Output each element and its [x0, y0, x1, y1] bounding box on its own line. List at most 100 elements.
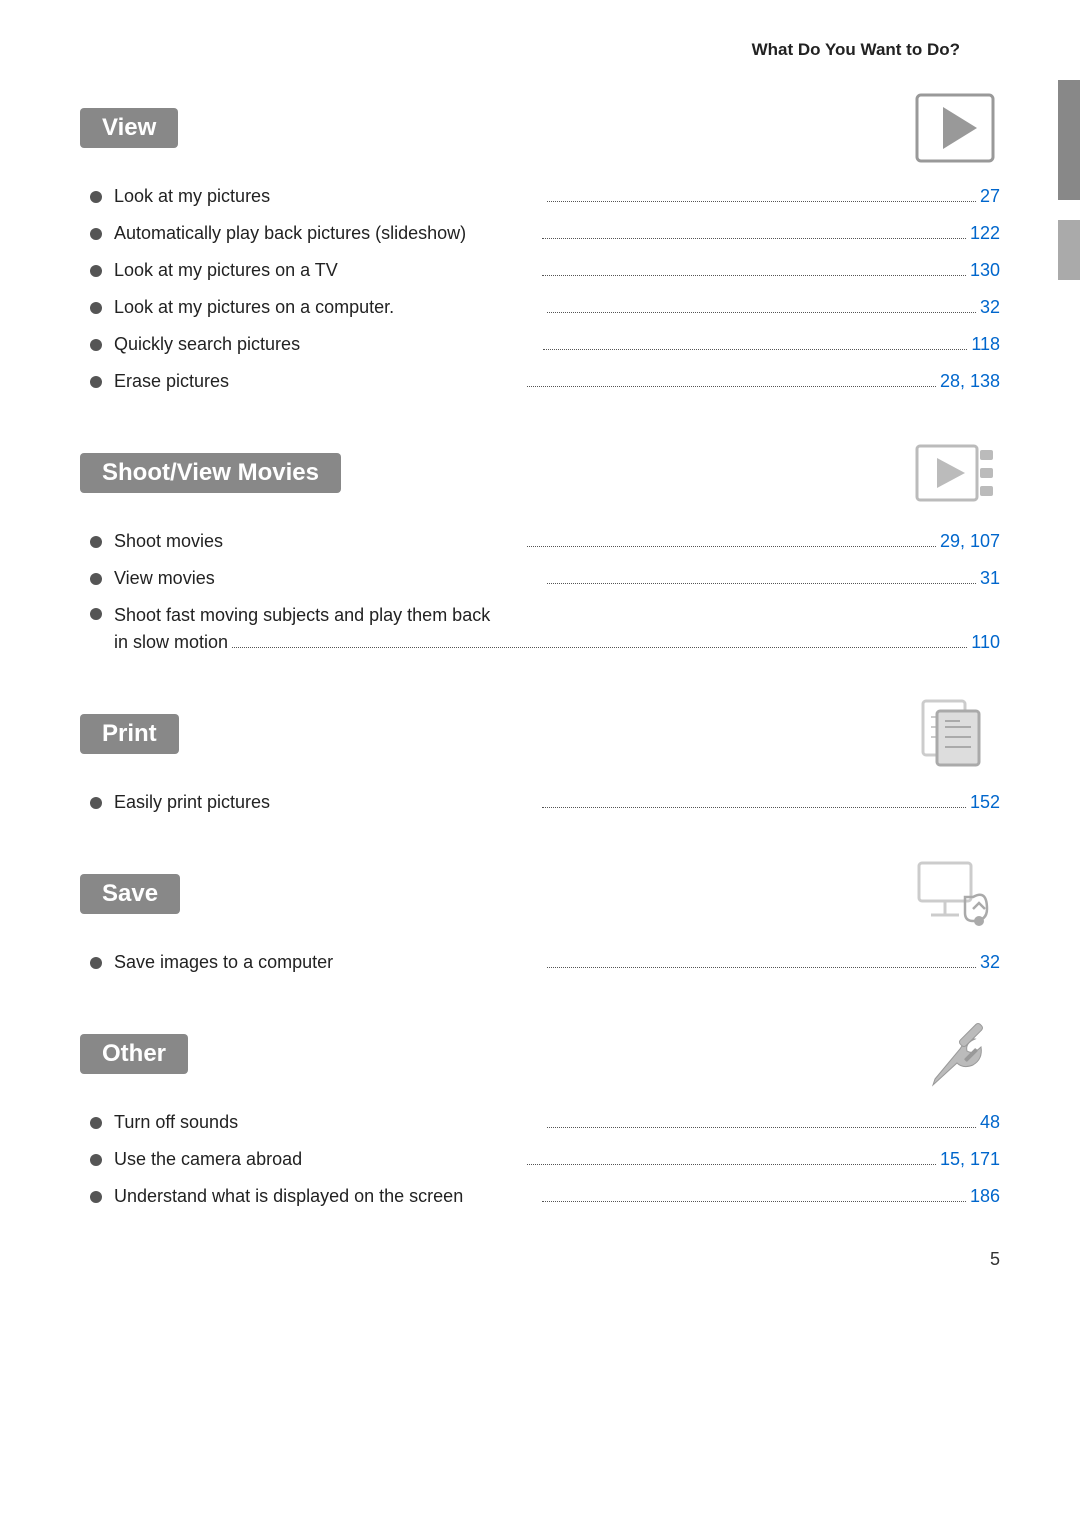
toc-dots — [547, 1127, 976, 1128]
toc-item: Automatically play back pictures (slides… — [90, 220, 1000, 247]
bullet-icon — [90, 265, 102, 277]
section-other-title: Other — [80, 1034, 188, 1074]
toc-multiline-content: Shoot fast moving subjects and play them… — [114, 602, 1000, 656]
toc-label: Easily print pictures — [114, 789, 538, 816]
section-print: Print — [80, 696, 1000, 816]
toc-page: 118 — [971, 331, 1000, 358]
toc-page: 186 — [970, 1183, 1000, 1210]
toc-item: Erase pictures 28, 138 — [90, 368, 1000, 395]
toc-item: View movies 31 — [90, 565, 1000, 592]
toc-dots — [527, 1164, 936, 1165]
toc-label-line2: in slow motion — [114, 629, 228, 656]
bullet-icon — [90, 608, 102, 620]
toc-page: 110 — [971, 629, 1000, 656]
bullet-icon — [90, 1191, 102, 1203]
toc-item: Save images to a computer 32 — [90, 949, 1000, 976]
toc-label: Look at my pictures on a TV — [114, 257, 538, 284]
toc-dots — [547, 312, 976, 313]
section-save: Save Save images to a computer — [80, 856, 1000, 976]
toc-label-line1: Shoot fast moving subjects and play them… — [114, 602, 1000, 629]
save-icon — [910, 856, 1000, 931]
toc-page: 152 — [970, 789, 1000, 816]
section-view: View Look at my pictures 27 Automaticall… — [80, 90, 1000, 395]
toc-label: Look at my pictures on a computer. — [114, 294, 543, 321]
section-view-header: View — [80, 90, 1000, 165]
toc-page: 32 — [980, 949, 1000, 976]
toc-page: 28, 138 — [940, 368, 1000, 395]
bullet-icon — [90, 302, 102, 314]
section-save-header: Save — [80, 856, 1000, 931]
toc-item: Look at my pictures 27 — [90, 183, 1000, 210]
tools-icon — [910, 1016, 1000, 1091]
page-footer: 5 — [990, 1249, 1000, 1270]
toc-label: Shoot movies — [114, 528, 523, 555]
toc-dots — [527, 386, 936, 387]
section-movies: Shoot/View Movies Shoot movies 29, 107 — [80, 435, 1000, 656]
section-save-title: Save — [80, 874, 180, 914]
toc-item: Look at my pictures on a TV 130 — [90, 257, 1000, 284]
toc-dots — [547, 583, 976, 584]
toc-label: Erase pictures — [114, 368, 523, 395]
toc-item: Quickly search pictures 118 — [90, 331, 1000, 358]
toc-item: Look at my pictures on a computer. 32 — [90, 294, 1000, 321]
save-toc-list: Save images to a computer 32 — [80, 949, 1000, 976]
bullet-icon — [90, 376, 102, 388]
toc-dots — [542, 275, 966, 276]
toc-page: 48 — [980, 1109, 1000, 1136]
bullet-icon — [90, 339, 102, 351]
toc-label: Automatically play back pictures (slides… — [114, 220, 538, 247]
bullet-icon — [90, 1117, 102, 1129]
toc-dots — [542, 807, 966, 808]
toc-dots — [547, 201, 976, 202]
toc-label: Look at my pictures — [114, 183, 543, 210]
toc-item: Easily print pictures 152 — [90, 789, 1000, 816]
header-title: What Do You Want to Do? — [752, 40, 960, 59]
section-print-title: Print — [80, 714, 179, 754]
toc-page: 32 — [980, 294, 1000, 321]
toc-item-multiline: Shoot fast moving subjects and play them… — [90, 602, 1000, 656]
section-view-title: View — [80, 108, 178, 148]
section-other: Other Turn off sounds 48 Use th — [80, 1016, 1000, 1210]
page-number: 5 — [990, 1249, 1000, 1269]
toc-label: Quickly search pictures — [114, 331, 539, 358]
toc-label: Turn off sounds — [114, 1109, 543, 1136]
toc-item: Turn off sounds 48 — [90, 1109, 1000, 1136]
print-toc-list: Easily print pictures 152 — [80, 789, 1000, 816]
toc-dots — [543, 349, 968, 350]
bullet-icon — [90, 797, 102, 809]
section-print-header: Print — [80, 696, 1000, 771]
toc-page: 31 — [980, 565, 1000, 592]
toc-label: Understand what is displayed on the scre… — [114, 1183, 538, 1210]
bullet-icon — [90, 957, 102, 969]
section-movies-header: Shoot/View Movies — [80, 435, 1000, 510]
toc-item: Understand what is displayed on the scre… — [90, 1183, 1000, 1210]
section-other-header: Other — [80, 1016, 1000, 1091]
bullet-icon — [90, 573, 102, 585]
toc-label: Use the camera abroad — [114, 1146, 523, 1173]
view-icon — [910, 90, 1000, 165]
toc-dots — [232, 647, 967, 648]
toc-dots — [542, 1201, 966, 1202]
bullet-icon — [90, 536, 102, 548]
movie-icon — [910, 435, 1000, 510]
toc-page: 130 — [970, 257, 1000, 284]
print-icon — [910, 696, 1000, 771]
toc-label: Save images to a computer — [114, 949, 543, 976]
bullet-icon — [90, 191, 102, 203]
toc-page: 122 — [970, 220, 1000, 247]
toc-dots — [542, 238, 966, 239]
page-container: What Do You Want to Do? View Look at my … — [0, 0, 1080, 1310]
toc-item: Shoot movies 29, 107 — [90, 528, 1000, 555]
toc-page: 15, 171 — [940, 1146, 1000, 1173]
section-movies-title: Shoot/View Movies — [80, 453, 341, 493]
view-toc-list: Look at my pictures 27 Automatically pla… — [80, 183, 1000, 395]
toc-page: 29, 107 — [940, 528, 1000, 555]
bullet-icon — [90, 1154, 102, 1166]
toc-item: Use the camera abroad 15, 171 — [90, 1146, 1000, 1173]
toc-label: View movies — [114, 565, 543, 592]
page-header: What Do You Want to Do? — [80, 40, 1000, 60]
toc-page: 27 — [980, 183, 1000, 210]
bullet-icon — [90, 228, 102, 240]
other-toc-list: Turn off sounds 48 Use the camera abroad… — [80, 1109, 1000, 1210]
toc-dots — [547, 967, 976, 968]
